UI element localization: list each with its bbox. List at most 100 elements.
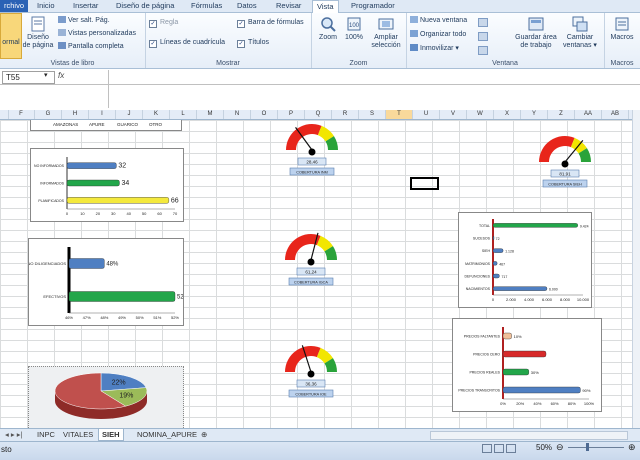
tick-label: 20% [516, 401, 524, 406]
arrange-all-button[interactable]: Organizar todo [410, 30, 466, 38]
vertical-scrollbar[interactable] [632, 110, 640, 428]
horizontal-scrollbar[interactable] [430, 431, 628, 440]
sheet-tab-vitales[interactable]: VITALES [60, 429, 96, 440]
column-header-p[interactable]: P [278, 110, 305, 119]
column-header-w[interactable]: W [467, 110, 494, 119]
column-header-m[interactable]: M [197, 110, 224, 119]
worksheet-grid[interactable]: AMAZONAS APURE GUARICO OTRO NO INFORMADO… [0, 120, 634, 428]
tab-revisar[interactable]: Revisar [276, 0, 301, 12]
chevron-down-icon[interactable]: ▾ [44, 71, 48, 79]
column-header-z[interactable]: Z [548, 110, 575, 119]
zoom-button[interactable]: Zoom [315, 13, 341, 42]
column-header-l[interactable]: L [170, 110, 197, 119]
macros-button[interactable]: Macros [606, 13, 638, 42]
page-break-view-icon[interactable] [506, 444, 516, 453]
gauge-ioe[interactable]: 36,36 COBERTURA IOE [270, 342, 352, 408]
group-macros: Macros Macros [604, 13, 640, 68]
page-break-button[interactable]: Ver salt. Pág. [58, 16, 110, 24]
formula-input[interactable] [108, 70, 639, 108]
zoom-100-button[interactable]: 100 100% [342, 13, 366, 42]
sheet-nav-icon[interactable]: ◂ ▸ ▸| [2, 429, 25, 440]
chart-pie[interactable]: 22% 19% [28, 366, 184, 428]
category-label: MATRIMONIOS [465, 262, 490, 266]
gauge-sieh[interactable]: 81,91 COBERTURA SIEH [525, 132, 605, 198]
zoom-slider[interactable] [568, 447, 624, 448]
column-header-y[interactable]: Y [521, 110, 548, 119]
ruler-checkbox[interactable]: Regla [149, 19, 178, 28]
sheet-tab-sieh[interactable]: SIEH [98, 429, 124, 441]
data-label: 72 [496, 237, 500, 241]
zoom-out-icon[interactable]: ⊖ [556, 442, 564, 453]
column-header-h[interactable]: H [62, 110, 89, 119]
chart-efectivos[interactable]: NO DILIGENCIADOS 48% EFECTIVOS 52% 46% 47% 48%… [28, 238, 190, 326]
tab-formulas[interactable]: Fórmulas [191, 0, 222, 12]
column-header-f[interactable]: F [8, 110, 35, 119]
normal-view-icon[interactable] [482, 444, 492, 453]
tab-inicio[interactable]: Inicio [37, 0, 55, 12]
normal-view-button[interactable]: ormal [0, 13, 22, 59]
column-header-g[interactable]: G [35, 110, 62, 119]
tab-programador[interactable]: Programador [351, 0, 395, 12]
gauge-igca[interactable]: 61,24 COBERTURA IGCA [270, 230, 352, 296]
insert-sheet-icon[interactable]: ⊕ [198, 429, 210, 440]
column-header-i[interactable]: I [89, 110, 116, 119]
column-header-r[interactable]: R [332, 110, 359, 119]
zoom-in-icon[interactable]: ⊕ [628, 442, 636, 453]
column-header-s[interactable]: S [359, 110, 386, 119]
column-header-n[interactable]: N [224, 110, 251, 119]
bar [492, 286, 548, 291]
ribbon: ormal Diseño de página Ver salt. Pág. Vi… [0, 13, 640, 69]
ruler-label: Regla [160, 19, 179, 26]
column-header-j[interactable]: J [116, 110, 143, 119]
column-header-q[interactable]: Q [305, 110, 332, 119]
gridlines-checkbox[interactable]: Líneas de cuadrícula [149, 39, 225, 48]
page-layout-label-2: de página [22, 42, 54, 49]
column-header-u[interactable]: U [413, 110, 440, 119]
tab-datos[interactable]: Datos [237, 0, 257, 12]
save-workspace-button[interactable]: Guardar área de trabajo [514, 13, 558, 50]
zoom-selection-button[interactable]: Ampliar selección [368, 13, 404, 50]
headings-checkbox[interactable]: Títulos [237, 39, 269, 48]
column-header-aa[interactable]: AA [575, 110, 602, 119]
chart-planificados[interactable]: NO INFORMADOS 32 INFORMADOS 34 PLANIFICADOS 6… [30, 148, 184, 222]
active-cell[interactable] [410, 177, 439, 190]
category-label: PRECIOS CERO [473, 353, 500, 357]
zoom-slider-thumb[interactable] [586, 443, 589, 451]
chart-precios[interactable]: PRECIOS FALTANTES 10% PRECIOS CERO PRECIOS … [452, 318, 602, 412]
zoom-100-label: 100% [345, 34, 363, 41]
column-header-k[interactable]: K [143, 110, 170, 119]
column-header-x[interactable]: X [494, 110, 521, 119]
group-label-views: Vistas de libro [50, 60, 95, 67]
column-header-o[interactable]: O [251, 110, 278, 119]
column-header-ab[interactable]: AB [602, 110, 629, 119]
column-header-v[interactable]: V [440, 110, 467, 119]
freeze-panes-button[interactable]: Inmovilizar ▾ [410, 44, 459, 52]
split-button[interactable] [478, 18, 490, 28]
unhide-button[interactable] [478, 46, 490, 56]
switch-windows-button[interactable]: Cambiar ventanas ▾ [560, 13, 600, 50]
category-label: DEFUNCIONES [465, 275, 491, 279]
sheet-tab-inpc[interactable]: INPC [34, 429, 58, 440]
hide-button[interactable] [478, 32, 490, 42]
category-label: PLANIFICADOS [38, 199, 64, 203]
chart-vitales[interactable]: TOTAL 9.424 SUCESOS 72 SIEH 1.128 MATRIMONIOS 4… [458, 212, 592, 308]
tab-insertar[interactable]: Insertar [73, 0, 98, 12]
tab-file[interactable]: rchivo [0, 0, 29, 12]
tab-vista[interactable]: Vista [312, 0, 339, 14]
column-header-t[interactable]: T [386, 110, 413, 119]
chevron-down-icon: ▾ [593, 42, 597, 49]
sheet-tab-nomina-apure[interactable]: NOMINA_APURE [134, 429, 200, 440]
page-layout-button[interactable]: Diseño de página [22, 13, 54, 50]
zoom-level[interactable]: 50% [536, 443, 552, 452]
category-label: PRECIOS FALTANTES [464, 335, 501, 339]
data-label: 32 [118, 163, 126, 170]
new-window-button[interactable]: Nueva ventana [410, 16, 467, 24]
strip-label-2: APURE [89, 122, 105, 127]
custom-views-button[interactable]: Vistas personalizadas [58, 29, 136, 37]
gauge-inm[interactable]: 28,46 COBERTURA INM [272, 120, 352, 178]
formula-bar-checkbox[interactable]: Barra de fórmulas [237, 19, 304, 28]
full-screen-button[interactable]: Pantalla completa [58, 42, 124, 50]
page-layout-view-icon[interactable] [494, 444, 504, 453]
fx-icon[interactable]: fx [58, 71, 64, 80]
tab-diseno-pagina[interactable]: Diseño de página [116, 0, 174, 12]
